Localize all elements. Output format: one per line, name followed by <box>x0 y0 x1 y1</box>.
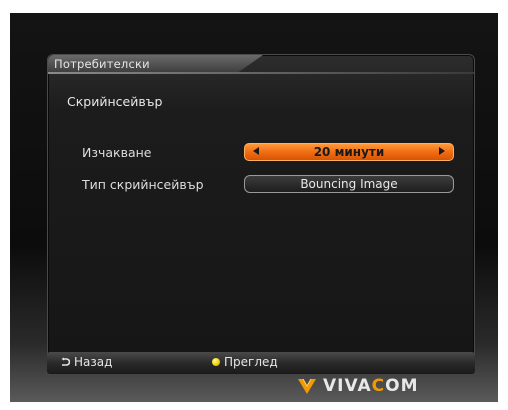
back-arrow-icon <box>61 357 70 366</box>
menu-tab-title: Потребителски <box>54 57 150 71</box>
yellow-button-icon <box>212 358 220 366</box>
vivacom-mark-icon <box>298 378 316 394</box>
preview-button[interactable]: Преглед <box>212 355 278 369</box>
tv-screen: Потребителски Скрийнсейвър Изчакване 20 … <box>10 13 498 402</box>
back-label: Назад <box>74 355 113 369</box>
footer-bar: Назад Преглед <box>47 352 475 374</box>
screensaver-type-label: Тип скрийнсейвър <box>82 177 204 192</box>
page-title: Скрийнсейвър <box>67 94 163 109</box>
back-button[interactable]: Назад <box>60 355 112 369</box>
tab-divider <box>48 72 474 74</box>
settings-panel: Потребителски Скрийнсейвър Изчакване 20 … <box>47 54 475 365</box>
vivacom-wordmark: VIVACOM <box>323 376 419 396</box>
screensaver-type-value: Bouncing Image <box>300 177 398 191</box>
vivacom-logo: VIVACOM <box>296 375 419 397</box>
screensaver-type-selector[interactable]: Bouncing Image <box>244 175 454 193</box>
timeout-label: Изчакване <box>82 145 152 160</box>
timeout-selector[interactable]: 20 минути <box>244 143 454 161</box>
arrow-right-icon[interactable] <box>439 147 445 155</box>
timeout-value: 20 минути <box>313 145 385 159</box>
preview-label: Преглед <box>224 355 278 369</box>
